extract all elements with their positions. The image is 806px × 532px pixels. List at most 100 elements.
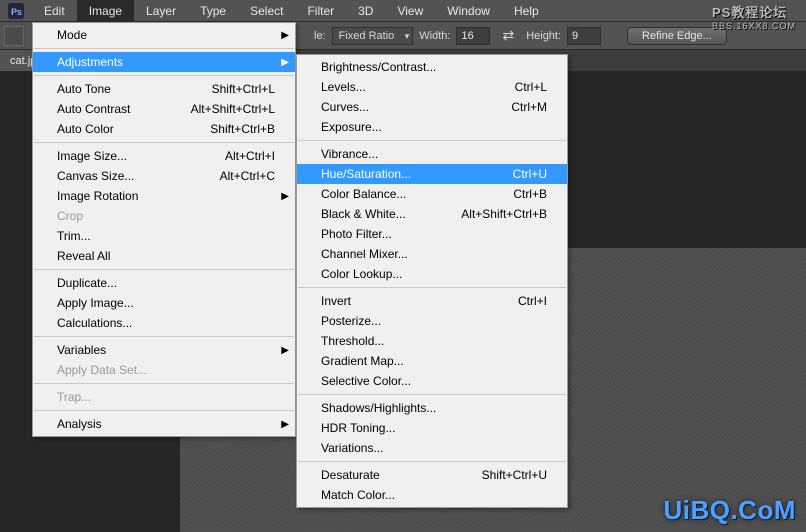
image-menu-item-trim[interactable]: Trim... <box>33 226 295 246</box>
menu-type[interactable]: Type <box>188 0 238 21</box>
image-menu-item-apply-image[interactable]: Apply Image... <box>33 293 295 313</box>
adjust-menu-item-color-balance[interactable]: Color Balance...Ctrl+B <box>297 184 567 204</box>
menu-filter[interactable]: Filter <box>295 0 346 21</box>
style-select[interactable]: Fixed Ratio ▾ <box>332 27 414 45</box>
image-menu-item-auto-contrast[interactable]: Auto Contrast Alt+Shift+Ctrl+L <box>33 99 295 119</box>
image-menu-item-label: Apply Data Set... <box>57 363 147 377</box>
adjust-menu-item-shortcut: Alt+Shift+Ctrl+B <box>461 207 547 221</box>
width-input[interactable] <box>456 27 490 45</box>
adjust-menu-item-curves[interactable]: Curves...Ctrl+M <box>297 97 567 117</box>
watermark-top-line2: BBS.16XX8.COM <box>712 21 796 31</box>
adjust-menu-item-posterize[interactable]: Posterize... <box>297 311 567 331</box>
image-menu-item-canvas-size[interactable]: Canvas Size...Alt+Ctrl+C <box>33 166 295 186</box>
image-menu-item-label: Variables <box>57 343 106 357</box>
adjust-menu-item-gradient-map[interactable]: Gradient Map... <box>297 351 567 371</box>
adjust-menu-item-hdr-toning[interactable]: HDR Toning... <box>297 418 567 438</box>
image-menu-item-analysis[interactable]: Analysis▶ <box>33 414 295 434</box>
menu-image[interactable]: Image <box>77 0 134 21</box>
image-menu-item-variables[interactable]: Variables ▶ <box>33 340 295 360</box>
svg-text:Ps: Ps <box>11 7 22 17</box>
adjust-menu-item-match-color[interactable]: Match Color... <box>297 485 567 505</box>
adjust-menu-item-black-white[interactable]: Black & White...Alt+Shift+Ctrl+B <box>297 204 567 224</box>
watermark-top-line1: PS教程论坛 <box>712 5 787 20</box>
image-menu-item-image-size[interactable]: Image Size...Alt+Ctrl+I <box>33 146 295 166</box>
adjust-menu-item-variations[interactable]: Variations... <box>297 438 567 458</box>
adjust-menu-item-label: Exposure... <box>321 120 382 134</box>
watermark-bottom: UiBQ.CoM <box>663 495 796 526</box>
menu-3d[interactable]: 3D <box>346 0 385 21</box>
adjust-menu-item-selective-color[interactable]: Selective Color... <box>297 371 567 391</box>
adjust-menu-item-invert[interactable]: Invert Ctrl+I <box>297 291 567 311</box>
image-menu-item-label: Apply Image... <box>57 296 134 310</box>
adjust-menu-item-label: Curves... <box>321 100 369 114</box>
image-menu-item-shortcut: Shift+Ctrl+B <box>210 122 275 136</box>
swap-dimensions-icon[interactable]: ⇄ <box>496 27 520 44</box>
adjust-menu-item-brightness-contrast[interactable]: Brightness/Contrast... <box>297 57 567 77</box>
marquee-tool-icon[interactable] <box>4 26 24 46</box>
adjust-menu-item-levels[interactable]: Levels...Ctrl+L <box>297 77 567 97</box>
image-menu-item-auto-color[interactable]: Auto ColorShift+Ctrl+B <box>33 119 295 139</box>
adjust-menu-item-shadows-highlights[interactable]: Shadows/Highlights... <box>297 398 567 418</box>
adjust-menu-item-vibrance[interactable]: Vibrance... <box>297 144 567 164</box>
image-menu-item-label: Auto Tone <box>57 82 111 96</box>
image-menu-item-label: Crop <box>57 209 83 223</box>
adjust-menu-item-label: Channel Mixer... <box>321 247 408 261</box>
image-menu-item-label: Auto Contrast <box>57 102 130 116</box>
image-menu-item-label: Duplicate... <box>57 276 117 290</box>
adjust-menu-separator <box>298 461 566 462</box>
chevron-right-icon: ▶ <box>281 345 289 356</box>
style-label: le: <box>314 30 326 42</box>
image-menu-item-duplicate[interactable]: Duplicate... <box>33 273 295 293</box>
adjust-menu-item-label: Selective Color... <box>321 374 411 388</box>
chevron-updown-icon: ▾ <box>405 31 410 42</box>
image-menu-item-label: Canvas Size... <box>57 169 134 183</box>
menu-window[interactable]: Window <box>435 0 502 21</box>
image-menu-item-auto-tone[interactable]: Auto ToneShift+Ctrl+L <box>33 79 295 99</box>
menu-select[interactable]: Select <box>238 0 295 21</box>
adjust-menu-item-label: Hue/Saturation... <box>321 167 411 181</box>
image-menu-item-calculations[interactable]: Calculations... <box>33 313 295 333</box>
adjust-menu-item-threshold[interactable]: Threshold... <box>297 331 567 351</box>
image-menu-separator <box>34 48 294 49</box>
adjust-menu-item-color-lookup[interactable]: Color Lookup... <box>297 264 567 284</box>
adjust-menu-item-label: Photo Filter... <box>321 227 392 241</box>
image-menu-separator <box>34 75 294 76</box>
image-menu-item-mode[interactable]: Mode▶ <box>33 25 295 45</box>
adjust-menu-item-shortcut: Ctrl+I <box>518 294 547 308</box>
image-menu-separator <box>34 269 294 270</box>
adjust-menu-separator <box>298 394 566 395</box>
adjust-menu-item-hue-saturation[interactable]: Hue/Saturation... Ctrl+U <box>297 164 567 184</box>
menubar: Ps Edit Image Layer Type Select Filter 3… <box>0 0 806 22</box>
adjust-menu-separator <box>298 140 566 141</box>
menu-view[interactable]: View <box>385 0 435 21</box>
image-menu-item-shortcut: Alt+Shift+Ctrl+L <box>191 102 275 116</box>
adjust-menu-item-label: Posterize... <box>321 314 381 328</box>
adjust-menu-item-label: Vibrance... <box>321 147 378 161</box>
adjust-menu-item-photo-filter[interactable]: Photo Filter... <box>297 224 567 244</box>
adjust-menu-item-shortcut: Ctrl+U <box>513 167 547 181</box>
menu-layer[interactable]: Layer <box>134 0 188 21</box>
image-menu-item-label: Calculations... <box>57 316 132 330</box>
watermark-top: PS教程论坛 BBS.16XX8.COM <box>712 2 796 31</box>
adjust-menu-item-channel-mixer[interactable]: Channel Mixer... <box>297 244 567 264</box>
adjust-menu-item-label: Color Lookup... <box>321 267 402 281</box>
adjust-menu-item-shortcut: Ctrl+B <box>513 187 547 201</box>
adjust-menu-item-label: Invert <box>321 294 351 308</box>
image-menu-item-reveal-all[interactable]: Reveal All <box>33 246 295 266</box>
adjust-menu-item-label: Threshold... <box>321 334 384 348</box>
chevron-right-icon: ▶ <box>281 191 289 202</box>
image-menu-item-crop: Crop <box>33 206 295 226</box>
adjust-menu-item-label: Shadows/Highlights... <box>321 401 436 415</box>
image-menu-item-adjustments[interactable]: Adjustments▶ <box>33 52 295 72</box>
height-input[interactable] <box>567 27 601 45</box>
image-dropdown-menu: Mode▶Adjustments▶Auto ToneShift+Ctrl+LAu… <box>32 22 296 437</box>
adjust-menu-item-desaturate[interactable]: DesaturateShift+Ctrl+U <box>297 465 567 485</box>
menu-edit[interactable]: Edit <box>32 0 77 21</box>
adjust-menu-item-label: Desaturate <box>321 468 380 482</box>
image-menu-item-label: Adjustments <box>57 55 123 69</box>
image-menu-item-image-rotation[interactable]: Image Rotation▶ <box>33 186 295 206</box>
image-menu-item-trap: Trap... <box>33 387 295 407</box>
menu-help[interactable]: Help <box>502 0 551 21</box>
adjust-menu-item-exposure[interactable]: Exposure... <box>297 117 567 137</box>
image-menu-item-label: Reveal All <box>57 249 110 263</box>
